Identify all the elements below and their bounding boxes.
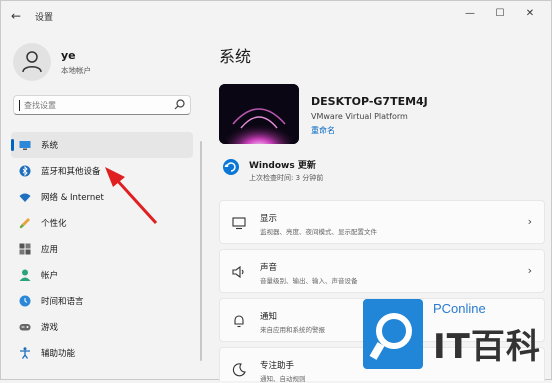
settings-card-display[interactable]: 显示 监视器、亮度、夜间模式、显示配置文件 › — [219, 200, 545, 244]
maximize-icon[interactable]: ☐ — [487, 5, 513, 23]
refresh-icon — [224, 162, 236, 172]
card-subtitle: 通知、自动规则 — [260, 375, 306, 383]
sidebar-item-label: 游戏 — [41, 323, 59, 333]
title-bar: ← 设置 — ☐ ✕ — [1, 1, 551, 33]
card-title: 通知 — [260, 312, 278, 322]
sidebar-item-label: 蓝牙和其他设备 — [41, 167, 101, 177]
watermark-logo — [363, 299, 423, 369]
account-type: 本地帐户 — [61, 66, 91, 75]
sidebar-item-label: 网络 & Internet — [41, 193, 104, 203]
card-subtitle: 来自应用和系统的警报 — [260, 326, 325, 334]
device-name: DESKTOP-G7TEM4J — [311, 95, 428, 108]
brush-icon — [19, 218, 30, 229]
gamepad-icon — [19, 324, 31, 331]
card-title: 显示 — [260, 214, 278, 224]
chevron-right-icon: › — [527, 264, 532, 277]
sidebar-item-personalization[interactable]: 个性化 — [11, 210, 193, 236]
sidebar-item-accessibility[interactable]: 辅助功能 — [11, 340, 193, 366]
sidebar-scrollbar[interactable] — [200, 141, 202, 361]
sidebar-nav: 系统 蓝牙和其他设备 网络 & Internet 个性化 应用 帐户 时间和语言 — [11, 132, 193, 366]
speaker-icon — [232, 265, 244, 279]
back-arrow-icon[interactable]: ← — [11, 9, 25, 23]
sidebar-item-system[interactable]: 系统 — [11, 132, 193, 158]
person-icon — [19, 269, 31, 281]
card-title: 声音 — [260, 263, 278, 273]
sidebar-item-label: 辅助功能 — [41, 349, 76, 359]
rename-link[interactable]: 重命名 — [311, 125, 335, 136]
watermark-tail — [369, 342, 385, 360]
watermark-brand: PConline — [433, 301, 486, 316]
card-title: 专注助手 — [260, 361, 295, 371]
sidebar-item-label: 时间和语言 — [41, 297, 84, 307]
bluetooth-icon — [19, 165, 31, 177]
user-name: ye — [61, 49, 76, 62]
chevron-right-icon: › — [527, 215, 532, 228]
sidebar-item-label: 系统 — [41, 141, 59, 151]
accessibility-icon — [20, 347, 30, 359]
card-subtitle: 监视器、亮度、夜间模式、显示配置文件 — [260, 228, 377, 236]
moon-icon — [232, 363, 246, 377]
wallpaper-bloom — [219, 84, 299, 144]
windows-update-status: 上次检查时间: 3 分钟前 — [249, 174, 324, 182]
display-icon — [232, 217, 246, 230]
search-placeholder: 查找设置 — [24, 101, 56, 110]
sidebar-item-label: 帐户 — [41, 271, 59, 281]
windows-update-icon — [223, 159, 239, 175]
sidebar-item-accounts[interactable]: 帐户 — [11, 262, 193, 288]
sidebar-item-label: 个性化 — [41, 219, 67, 229]
person-icon — [22, 51, 42, 73]
search-input[interactable]: 查找设置 — [13, 95, 191, 115]
user-profile[interactable]: ye 本地帐户 — [13, 43, 203, 83]
avatar[interactable] — [13, 43, 51, 81]
monitor-icon — [19, 141, 31, 150]
sidebar-item-network[interactable]: 网络 & Internet — [11, 184, 193, 210]
text-caret — [19, 100, 20, 111]
page-title: 系统 — [219, 47, 252, 66]
search-icon[interactable] — [174, 99, 185, 110]
sidebar-item-time-language[interactable]: 时间和语言 — [11, 288, 193, 314]
window-title: 设置 — [35, 13, 54, 23]
globe-clock-icon — [19, 295, 31, 307]
settings-card-sound[interactable]: 声音 音量级别、输出、输入、声音设备 › — [219, 249, 545, 293]
bell-icon — [234, 315, 244, 328]
sidebar-item-apps[interactable]: 应用 — [11, 236, 193, 262]
card-subtitle: 音量级别、输出、输入、声音设备 — [260, 277, 358, 285]
sidebar-item-label: 应用 — [41, 245, 59, 255]
sidebar-item-bluetooth[interactable]: 蓝牙和其他设备 — [11, 158, 193, 184]
watermark-title: IT百科 — [433, 327, 541, 367]
settings-window: ← 设置 — ☐ ✕ ye 本地帐户 查找设置 系统 蓝牙和其他设备 网络 & … — [0, 0, 552, 383]
apps-icon — [19, 243, 31, 255]
minimize-icon[interactable]: — — [457, 5, 483, 23]
wifi-icon — [19, 193, 31, 202]
sidebar-item-gaming[interactable]: 游戏 — [11, 314, 193, 340]
desktop-wallpaper-thumbnail — [219, 84, 299, 144]
close-icon[interactable]: ✕ — [517, 5, 543, 23]
device-platform: VMware Virtual Platform — [311, 112, 408, 121]
windows-update-title[interactable]: Windows 更新 — [249, 158, 316, 171]
selection-indicator — [11, 139, 14, 151]
